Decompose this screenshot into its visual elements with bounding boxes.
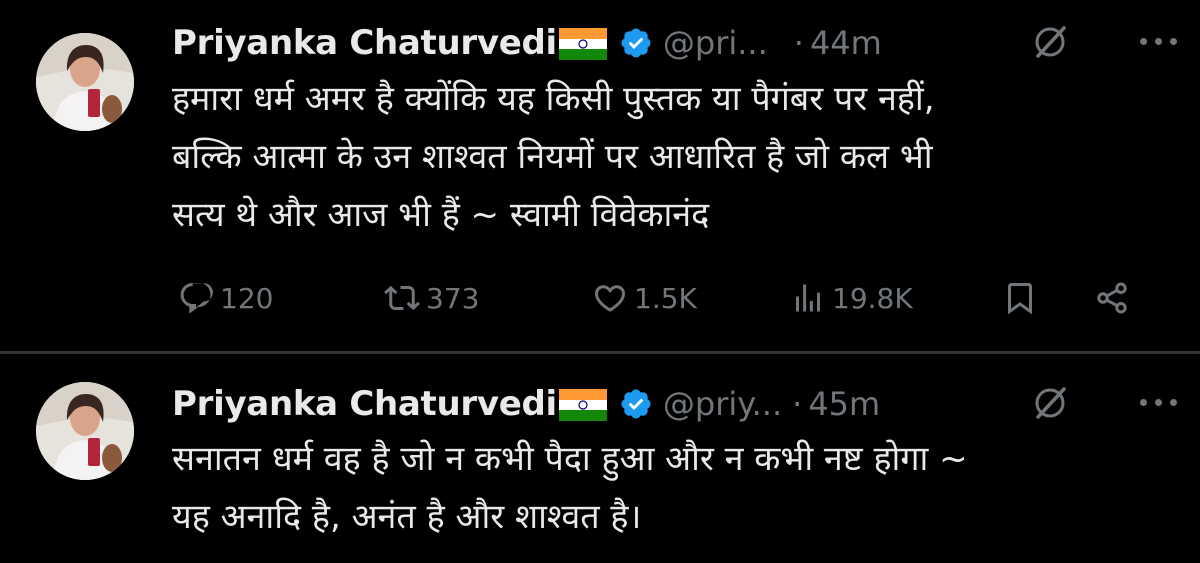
like-icon [594, 285, 626, 312]
verified-badge-icon[interactable] [619, 387, 653, 421]
india-flag-icon [558, 28, 607, 60]
repost-icon [384, 285, 420, 311]
tweet-header: Priyanka Chaturvedi @pri... · 44m [172, 20, 1182, 66]
reply-button[interactable]: 120 [178, 270, 273, 326]
reply-count: 120 [220, 281, 274, 315]
bookmark-icon [1008, 283, 1032, 315]
india-flag-icon [558, 389, 607, 421]
views-icon [796, 284, 820, 312]
views-button[interactable]: 19.8K [790, 270, 913, 326]
reply-icon [180, 283, 213, 314]
separator-dot: · [793, 24, 804, 62]
author-handle[interactable]: @priy... [663, 385, 782, 423]
like-count: 1.5K [634, 281, 697, 315]
views-count: 19.8K [832, 281, 913, 315]
like-button[interactable]: 1.5K [592, 270, 697, 326]
repost-button[interactable]: 373 [384, 270, 479, 326]
separator-dot: · [792, 385, 803, 423]
bookmark-button[interactable] [1002, 270, 1038, 326]
more-options-icon[interactable] [1140, 38, 1177, 45]
tweet-header: Priyanka Chaturvedi @priy... · 45m [172, 381, 1182, 427]
more-options-icon[interactable] [1140, 399, 1177, 406]
avatar[interactable] [36, 382, 134, 480]
grok-icon[interactable] [1030, 22, 1070, 62]
author-name[interactable]: Priyanka Chaturvedi [172, 384, 557, 424]
grok-icon[interactable] [1030, 383, 1070, 423]
share-icon [1097, 282, 1127, 314]
action-bar: 120 373 1.5K 19.8K [172, 270, 1152, 326]
tweet-text-line: सत्य थे और आज भी हैं ~ स्वामी विवेकानंद [172, 195, 710, 235]
tweet-text: हमारा धर्म अमर है क्योंकि यह किसी पुस्तक… [172, 70, 1182, 244]
repost-count: 373 [426, 281, 480, 315]
tweet[interactable]: Priyanka Chaturvedi @priy... · 45m सनातन… [0, 354, 1200, 563]
tweet[interactable]: Priyanka Chaturvedi @pri... · 44m हमारा … [0, 0, 1200, 352]
avatar[interactable] [36, 33, 134, 131]
verified-badge-icon[interactable] [619, 26, 653, 60]
timestamp[interactable]: 45m [808, 385, 880, 423]
tweet-text-line: यह अनादि है, अनंत है और शाश्वत है। [172, 497, 642, 537]
author-handle[interactable]: @pri... [663, 24, 768, 62]
tweet-text-line: सनातन धर्म वह है जो न कभी पैदा हुआ और न … [172, 439, 968, 479]
timestamp[interactable]: 44m [810, 24, 882, 62]
share-button[interactable] [1094, 270, 1130, 326]
tweet-text-line: बल्कि आत्मा के उन शाश्वत नियमों पर आधारि… [172, 137, 933, 177]
tweet-text: सनातन धर्म वह है जो न कभी पैदा हुआ और न … [172, 430, 1182, 546]
author-name[interactable]: Priyanka Chaturvedi [172, 23, 557, 63]
tweet-text-line: हमारा धर्म अमर है क्योंकि यह किसी पुस्तक… [172, 79, 935, 119]
